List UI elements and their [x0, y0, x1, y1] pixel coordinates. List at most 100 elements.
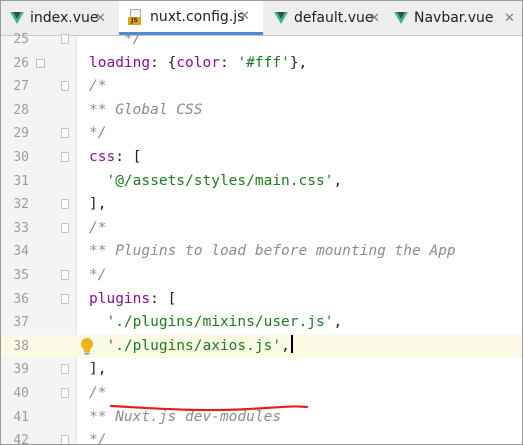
- js-file-icon: JS: [128, 8, 144, 25]
- fold-marker-icon[interactable]: [61, 364, 69, 375]
- code-text: loading: {color: '#fff'},: [89, 52, 307, 76]
- code-token: /*: [89, 78, 107, 95]
- editor-window: index.vue ✕ JS nuxt.config.js ✕ default.…: [0, 0, 523, 445]
- code-line[interactable]: 29 */: [1, 122, 522, 146]
- fold-marker-icon[interactable]: [61, 128, 69, 139]
- code-token: loading: [89, 54, 151, 71]
- fold-marker-icon[interactable]: [61, 388, 69, 398]
- code-token: ,: [281, 337, 290, 354]
- code-token: ** Global CSS: [89, 101, 203, 118]
- code-text: /*: [89, 382, 106, 406]
- code-line[interactable]: 32],: [1, 193, 522, 217]
- code-token: ,: [333, 314, 343, 331]
- line-number: 25: [13, 32, 29, 47]
- code-text: css: [: [89, 146, 141, 170]
- tab-label: Navbar.vue: [414, 10, 494, 26]
- line-number: 28: [13, 102, 29, 118]
- code-text: /*: [89, 75, 106, 99]
- red-underline-annotation: [109, 404, 309, 412]
- code-line[interactable]: 38 './plugins/axios.js',: [1, 334, 522, 359]
- line-number: 34: [13, 244, 29, 260]
- code-line[interactable]: 37 './plugins/mixins/user.js',: [1, 311, 522, 335]
- code-token: ],: [89, 196, 107, 213]
- fold-marker-icon[interactable]: [61, 435, 69, 444]
- code-text: ],: [89, 358, 106, 382]
- fold-marker-icon[interactable]: [61, 81, 69, 92]
- code-line[interactable]: 31 '@/assets/styles/main.css',: [1, 170, 522, 194]
- text-cursor: [290, 334, 293, 353]
- close-icon[interactable]: ✕: [369, 11, 380, 26]
- code-token: /*: [89, 385, 107, 401]
- code-line[interactable]: 28 ** Global CSS: [1, 99, 522, 123]
- fold-marker-icon[interactable]: [61, 222, 69, 233]
- code-line[interactable]: 25 */: [1, 28, 522, 52]
- fold-marker-icon[interactable]: [61, 152, 69, 162]
- vue-icon: [274, 12, 288, 24]
- line-number: 37: [13, 315, 29, 331]
- fold-marker-icon[interactable]: [61, 270, 69, 280]
- code-token: ** Plugins to load before mounting the A…: [89, 243, 456, 260]
- code-line[interactable]: 34 ** Plugins to load before mounting the…: [1, 240, 522, 264]
- line-number: 36: [13, 291, 29, 307]
- code-line[interactable]: 33 /*: [1, 217, 522, 241]
- code-token: './plugins/axios.js': [89, 337, 282, 354]
- line-number: 42: [13, 433, 29, 445]
- code-line[interactable]: 42 */: [1, 429, 522, 445]
- code-token: */: [89, 31, 142, 47]
- vue-icon: [10, 12, 24, 24]
- vue-icon: [394, 12, 408, 24]
- code-text: './plugins/axios.js',: [89, 334, 293, 359]
- code-line[interactable]: 26 loading: {color: '#fff'},: [1, 52, 522, 76]
- line-number: 27: [13, 79, 29, 95]
- code-token: : [: [115, 149, 142, 165]
- line-number: 39: [13, 362, 29, 378]
- breakpoint-marker[interactable]: [36, 58, 45, 68]
- fold-marker-icon[interactable]: [61, 293, 69, 304]
- code-text: '@/assets/styles/main.css',: [89, 170, 342, 194]
- code-token: :: [219, 54, 238, 71]
- code-token: },: [289, 54, 308, 71]
- code-text: /*: [89, 217, 106, 241]
- code-text: */: [89, 122, 106, 146]
- code-token: ,: [333, 172, 343, 189]
- js-badge: JS: [128, 16, 141, 25]
- line-number: 32: [13, 197, 29, 213]
- code-editor[interactable]: 25 */ 26 loading: {color: '#fff'}, 27 /* 28 **…: [1, 31, 522, 445]
- line-number: 40: [13, 386, 29, 401]
- tab-label: index.vue: [30, 10, 99, 26]
- code-line[interactable]: 27 /*: [1, 75, 522, 99]
- code-text: ],: [89, 193, 106, 217]
- line-number: 26: [13, 55, 29, 71]
- line-number: 29: [13, 126, 29, 142]
- code-line[interactable]: 35 */: [1, 264, 522, 288]
- fold-marker-icon[interactable]: [61, 199, 69, 210]
- code-token: : [: [150, 290, 177, 307]
- close-icon[interactable]: ✕: [95, 11, 106, 26]
- code-line[interactable]: 30 css: [: [1, 146, 522, 170]
- line-number: 31: [13, 173, 29, 189]
- code-token: css: [89, 149, 116, 165]
- code-line[interactable]: 36 plugins: [: [1, 288, 522, 312]
- fold-marker-icon[interactable]: [61, 34, 69, 44]
- code-text: plugins: [: [89, 288, 176, 312]
- code-line[interactable]: 39],: [1, 358, 522, 382]
- close-icon[interactable]: ✕: [504, 11, 515, 26]
- code-token: : {: [150, 54, 177, 71]
- line-number: 33: [13, 220, 29, 236]
- close-icon[interactable]: ✕: [239, 9, 250, 24]
- line-number: 30: [13, 150, 29, 165]
- code-token: '@/assets/styles/main.css': [89, 172, 334, 189]
- code-text: ** Global CSS: [89, 99, 203, 123]
- line-number: 38: [13, 338, 29, 354]
- tab-label: default.vue: [294, 10, 374, 26]
- code-text: */: [89, 28, 141, 52]
- code-token: './plugins/mixins/user.js': [89, 314, 334, 331]
- line-number: 35: [13, 268, 29, 283]
- code-token: plugins: [89, 290, 151, 307]
- code-token: */: [89, 432, 107, 445]
- line-number: 41: [13, 409, 29, 425]
- code-text: './plugins/mixins/user.js',: [89, 311, 342, 335]
- code-token: */: [89, 125, 107, 142]
- code-text: */: [89, 264, 106, 288]
- code-token: ],: [89, 361, 107, 378]
